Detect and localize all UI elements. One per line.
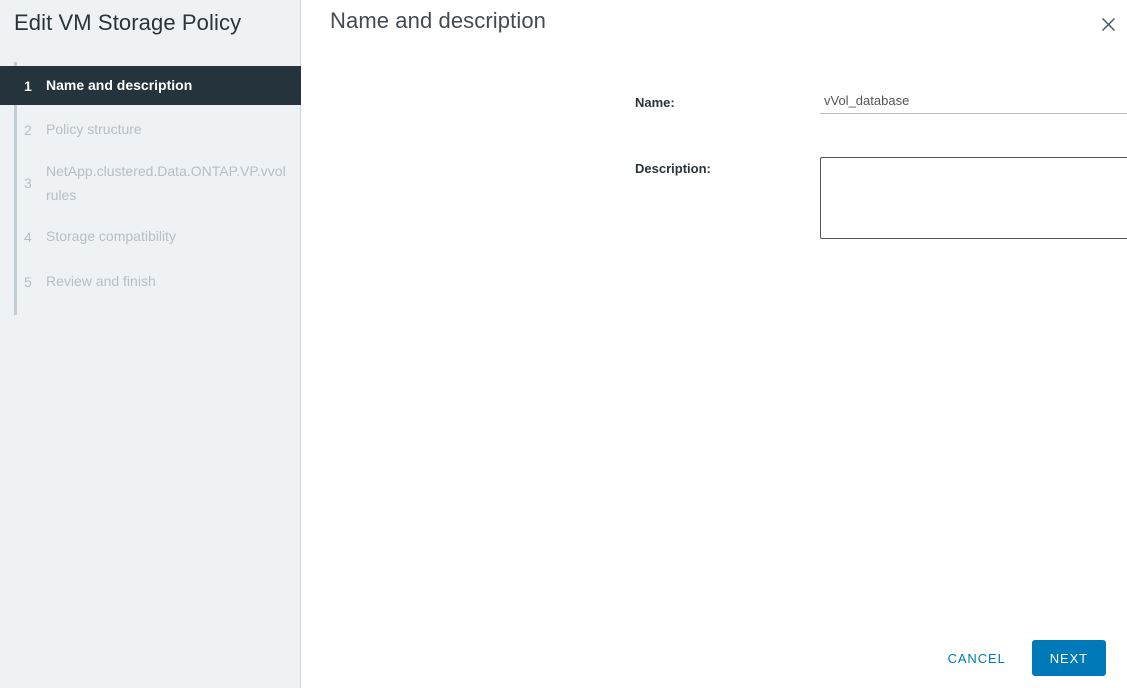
sidebar-step-name-and-description[interactable]: 1 Name and description [0, 66, 301, 105]
step-number: 4 [24, 230, 46, 244]
sidebar-step-policy-structure[interactable]: 2 Policy structure [0, 110, 301, 149]
cancel-button[interactable]: CANCEL [933, 640, 1021, 676]
wizard-steps-list: 1 Name and description 2 Policy structur… [0, 66, 301, 301]
step-number: 3 [24, 176, 46, 190]
step-label: Storage compatibility [46, 227, 291, 246]
next-button[interactable]: NEXT [1032, 640, 1106, 676]
name-input[interactable] [820, 90, 1127, 114]
wizard-content: Name and description Name: Description: … [301, 0, 1127, 688]
sidebar-step-netapp-vvol-rules[interactable]: 3 NetApp.clustered.Data.ONTAP.VP.vvol ru… [0, 155, 301, 211]
name-label: Name: [635, 95, 675, 110]
wizard-footer: CANCEL NEXT [933, 640, 1106, 676]
step-number: 1 [24, 79, 46, 93]
sidebar-step-review-and-finish[interactable]: 5 Review and finish [0, 262, 301, 301]
close-button[interactable] [1092, 8, 1124, 40]
edit-vm-storage-policy-wizard: Edit VM Storage Policy 1 Name and descri… [0, 0, 1127, 688]
wizard-sidebar: Edit VM Storage Policy 1 Name and descri… [0, 0, 301, 688]
wizard-title: Edit VM Storage Policy [14, 10, 241, 36]
close-icon [1101, 17, 1116, 32]
step-label: Name and description [46, 76, 291, 95]
description-input[interactable] [820, 157, 1127, 239]
page-title: Name and description [330, 8, 546, 34]
step-label: Review and finish [46, 272, 291, 291]
sidebar-step-storage-compatibility[interactable]: 4 Storage compatibility [0, 217, 301, 256]
step-number: 2 [24, 123, 46, 137]
step-label: NetApp.clustered.Data.ONTAP.VP.vvol rule… [46, 159, 291, 207]
step-label: Policy structure [46, 120, 291, 139]
step-number: 5 [24, 275, 46, 289]
description-label: Description: [635, 161, 711, 176]
